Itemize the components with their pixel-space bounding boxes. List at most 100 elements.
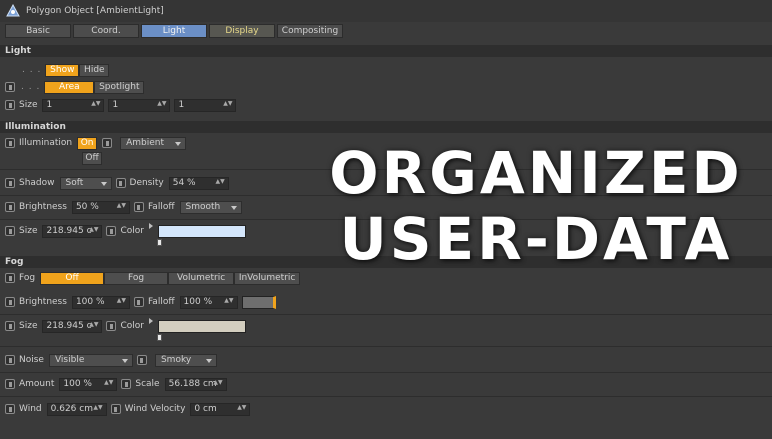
- spin-arrows-icon: ▲▼: [91, 99, 101, 107]
- brightness-field[interactable]: 50 % ▲▼: [71, 200, 130, 214]
- tab-basic[interactable]: Basic: [5, 24, 71, 38]
- keyframe-icon[interactable]: [5, 202, 15, 212]
- title-bar: Polygon Object [AmbientLight]: [0, 0, 772, 22]
- wind-field[interactable]: 0.626 cm ▲▼: [46, 402, 107, 416]
- color-label: Color: [120, 226, 144, 236]
- fog-volumetric-button[interactable]: Volumetric: [168, 271, 235, 285]
- row-wind: Wind 0.626 cm ▲▼ Wind Velocity 0 cm ▲▼: [5, 401, 251, 417]
- attribute-tabs: Basic Coord. Light Display Compositing: [5, 24, 343, 38]
- show-button[interactable]: Show: [45, 63, 80, 77]
- chevron-down-icon: [121, 358, 128, 363]
- tab-compositing[interactable]: Compositing: [277, 24, 343, 38]
- density-label: Density: [129, 178, 164, 188]
- keyframe-icon[interactable]: [5, 178, 15, 188]
- keyframe-icon[interactable]: [133, 297, 144, 307]
- keyframe-icon[interactable]: [136, 355, 147, 365]
- noise-type-dropdown[interactable]: Smoky: [154, 353, 217, 367]
- illumination-on-button[interactable]: On: [77, 136, 98, 150]
- chevron-down-icon: [230, 205, 237, 210]
- fog-brightness-field[interactable]: 100 % ▲▼: [71, 295, 130, 309]
- size-z-field[interactable]: 1 ▲▼: [174, 98, 237, 112]
- overlay-line-1: ORGANIZED: [329, 139, 743, 207]
- fog-off-button[interactable]: Off: [40, 271, 105, 285]
- keyframe-icon[interactable]: [5, 321, 15, 331]
- divider: [0, 346, 772, 347]
- polygon-object-icon: [6, 4, 20, 17]
- row-amount-scale: Amount 100 % ▲▼ Scale 56.188 cm ▲▼: [5, 376, 227, 392]
- keyframe-icon[interactable]: [5, 297, 15, 307]
- shadow-dropdown[interactable]: Soft: [59, 176, 112, 190]
- size-y-field[interactable]: 1 ▲▼: [108, 98, 171, 112]
- wind-velocity-field[interactable]: 0 cm ▲▼: [190, 402, 251, 416]
- illumination-mode-dropdown[interactable]: Ambient: [120, 136, 187, 150]
- illumination-off-button[interactable]: Off: [82, 151, 102, 165]
- shadow-label: Shadow: [19, 178, 55, 188]
- color-label: Color: [120, 321, 144, 331]
- row-illumination-off: Off: [82, 150, 102, 166]
- hide-button[interactable]: Hide: [79, 63, 110, 77]
- chevron-down-icon: [100, 181, 107, 186]
- illumination-size-field[interactable]: 218.945 c ▲▼: [42, 224, 103, 238]
- area-button[interactable]: Area: [44, 80, 95, 94]
- row-fog-size-color: Size 218.945 c ▲▼ Color: [5, 317, 246, 341]
- size-x-field[interactable]: 1 ▲▼: [42, 98, 105, 112]
- tab-coord[interactable]: Coord.: [73, 24, 139, 38]
- falloff-dropdown[interactable]: Smooth: [179, 200, 242, 214]
- row-fog-brightness: Brightness 100 % ▲▼ Falloff 100 % ▲▼: [5, 294, 276, 310]
- keyframe-icon[interactable]: [5, 100, 15, 110]
- keyframe-icon[interactable]: [5, 379, 15, 389]
- keyframe-icon[interactable]: [106, 321, 117, 331]
- falloff-gradient-swatch[interactable]: [241, 295, 276, 309]
- spin-arrows-icon: ▲▼: [215, 177, 225, 185]
- row-light-size: Size 1 ▲▼ 1 ▲▼ 1 ▲▼: [5, 97, 237, 113]
- keyframe-icon[interactable]: [5, 226, 15, 236]
- keyframe-icon[interactable]: [133, 202, 144, 212]
- keyframe-icon[interactable]: [121, 379, 132, 389]
- row-fog-mode: Fog Off Fog Volumetric InVolumetric: [5, 270, 301, 286]
- spotlight-button[interactable]: Spotlight: [94, 80, 145, 94]
- illumination-color-swatch[interactable]: [148, 222, 246, 246]
- density-field[interactable]: 54 % ▲▼: [168, 176, 229, 190]
- title-overlay: ORGANIZED USER-DATA: [300, 140, 772, 272]
- keyframe-icon[interactable]: [5, 273, 15, 283]
- keyframe-icon[interactable]: [102, 138, 113, 148]
- slider-knob-icon: [156, 238, 162, 246]
- fog-involumetric-button[interactable]: InVolumetric: [234, 271, 301, 285]
- keyframe-icon[interactable]: [5, 355, 15, 365]
- keyframe-icon[interactable]: [106, 226, 117, 236]
- spin-arrows-icon: ▲▼: [116, 201, 126, 209]
- tab-light[interactable]: Light: [141, 24, 207, 38]
- fog-color-swatch[interactable]: [148, 317, 246, 341]
- tab-display[interactable]: Display: [209, 24, 275, 38]
- scale-field[interactable]: 56.188 cm ▲▼: [164, 377, 227, 391]
- chevron-down-icon: [205, 358, 212, 363]
- keyframe-icon[interactable]: [110, 404, 121, 414]
- spin-arrows-icon: ▲▼: [223, 99, 233, 107]
- amount-field[interactable]: 100 % ▲▼: [59, 377, 118, 391]
- spin-arrows-icon: ▲▼: [89, 320, 99, 328]
- noise-label: Noise: [19, 355, 44, 365]
- spin-arrows-icon: ▲▼: [237, 403, 247, 411]
- amount-label: Amount: [19, 379, 55, 389]
- spin-arrows-icon: ▲▼: [224, 296, 234, 304]
- fog-falloff-field[interactable]: 100 % ▲▼: [179, 295, 238, 309]
- noise-visibility-dropdown[interactable]: Visible: [48, 353, 133, 367]
- fog-size-field[interactable]: 218.945 c ▲▼: [42, 319, 103, 333]
- spin-arrows-icon: ▲▼: [89, 225, 99, 233]
- divider: [0, 372, 772, 373]
- row-brightness: Brightness 50 % ▲▼ Falloff Smooth: [5, 199, 242, 215]
- keyframe-icon[interactable]: [5, 138, 15, 148]
- keyframe-icon[interactable]: [5, 82, 15, 92]
- fog-fog-button[interactable]: Fog: [104, 271, 169, 285]
- row-area-type: . . . Area Spotlight: [5, 79, 145, 95]
- row-shadow: Shadow Soft Density 54 % ▲▼: [5, 175, 229, 191]
- falloff-label: Falloff: [147, 202, 175, 212]
- size-label: Size: [19, 321, 38, 331]
- dots: . . .: [22, 65, 42, 75]
- divider: [0, 396, 772, 397]
- spin-arrows-icon: ▲▼: [93, 403, 103, 411]
- expand-arrow-icon: [148, 222, 153, 229]
- fog-label: Fog: [19, 273, 36, 283]
- keyframe-icon[interactable]: [115, 178, 126, 188]
- keyframe-icon[interactable]: [5, 404, 15, 414]
